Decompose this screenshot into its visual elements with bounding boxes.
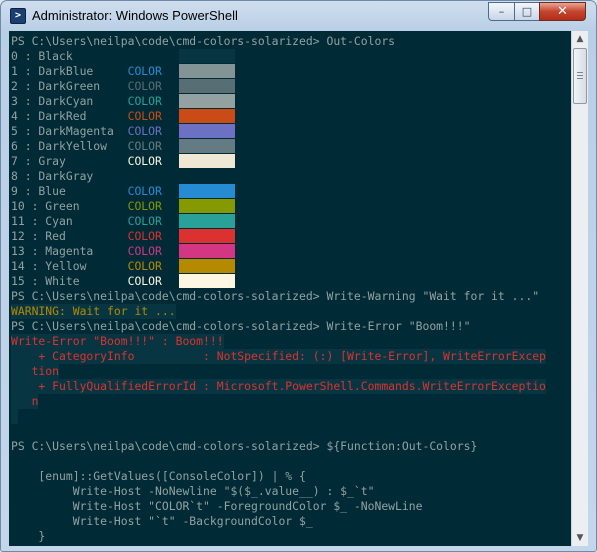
- console-line: 8 : DarkGray: [11, 169, 94, 183]
- console-line: Write-Host "`t" -BackgroundColor $_: [11, 514, 313, 528]
- console-line: PS C:\Users\neilpa\code\cmd-colors-solar…: [11, 544, 326, 546]
- console-line: 5 : DarkMagenta COLOR: [11, 124, 162, 138]
- color-swatch: [179, 94, 235, 108]
- color-swatch: [179, 109, 235, 123]
- color-swatch: [179, 214, 235, 228]
- console-line: Write-Host -NoNewline "$($_.value__) : $…: [11, 484, 375, 498]
- minimize-button[interactable]: –: [488, 2, 515, 21]
- color-word: COLOR: [127, 244, 162, 258]
- color-swatch: [179, 64, 235, 78]
- console-line: 10 : Green COLOR: [11, 199, 162, 213]
- color-swatch: [179, 169, 235, 183]
- color-swatch: [179, 274, 235, 288]
- console-line: 6 : DarkYellow COLOR: [11, 139, 162, 153]
- color-word: COLOR: [127, 274, 162, 288]
- powershell-window: > Administrator: Windows PowerShell – □ …: [0, 0, 597, 552]
- console-line: PS C:\Users\neilpa\code\cmd-colors-solar…: [11, 319, 471, 333]
- console-line: Write-Error "Boom!!!" : Boom!!!: [11, 334, 224, 349]
- color-swatch: [179, 199, 235, 213]
- console-line: [enum]::GetValues([ConsoleColor]) | % {: [11, 469, 306, 483]
- vertical-scrollbar[interactable]: ▲ ▼: [571, 31, 588, 546]
- console-line: 7 : Gray COLOR: [11, 154, 162, 168]
- console-line: 14 : Yellow COLOR: [11, 259, 162, 273]
- color-swatch: [179, 124, 235, 138]
- grip-line: [577, 78, 583, 79]
- color-word: COLOR: [127, 64, 162, 78]
- console-line: WARNING: Wait for it ...: [11, 304, 176, 319]
- console-line: + CategoryInfo : NotSpecified: (:) [Writ…: [11, 349, 546, 364]
- close-button[interactable]: ✕: [539, 2, 586, 21]
- console-line: 4 : DarkRed COLOR: [11, 109, 162, 123]
- color-swatch: [179, 184, 235, 198]
- color-word: COLOR: [127, 229, 162, 243]
- color-word: COLOR: [127, 109, 162, 123]
- console-line: Write-Host "COLOR`t" -ForegroundColor $_…: [11, 499, 423, 513]
- color-swatch: [179, 49, 235, 63]
- color-swatch: [179, 229, 235, 243]
- console-line: + FullyQualifiedErrorId : Microsoft.Powe…: [11, 379, 546, 394]
- scroll-up-arrow-icon[interactable]: ▲: [572, 31, 588, 47]
- maximize-button[interactable]: □: [514, 2, 540, 21]
- console-line: 1 : DarkBlue COLOR: [11, 64, 162, 78]
- grip-line: [577, 75, 583, 76]
- color-word: COLOR: [127, 139, 162, 153]
- console-line: n: [11, 394, 39, 409]
- console-line: 11 : Cyan COLOR: [11, 214, 162, 228]
- console-line: 2 : DarkGreen COLOR: [11, 79, 162, 93]
- window-title: Administrator: Windows PowerShell: [32, 8, 238, 23]
- console-line: 12 : Red COLOR: [11, 229, 162, 243]
- scroll-thumb[interactable]: [573, 48, 587, 104]
- console-line: tion: [11, 364, 60, 379]
- console-line: 3 : DarkCyan COLOR: [11, 94, 162, 108]
- color-swatch: [179, 154, 235, 168]
- console-line: }: [11, 529, 46, 543]
- color-word: COLOR: [127, 79, 162, 93]
- color-word: COLOR: [127, 94, 162, 108]
- console-output[interactable]: PS C:\Users\neilpa\code\cmd-colors-solar…: [9, 31, 571, 546]
- console-line: PS C:\Users\neilpa\code\cmd-colors-solar…: [11, 439, 478, 453]
- console-line: PS C:\Users\neilpa\code\cmd-colors-solar…: [11, 289, 540, 303]
- color-swatch: [179, 79, 235, 93]
- scroll-down-arrow-icon[interactable]: ▼: [572, 530, 588, 546]
- color-word: COLOR: [127, 214, 162, 228]
- color-swatch: [179, 244, 235, 258]
- console-line: PS C:\Users\neilpa\code\cmd-colors-solar…: [11, 34, 396, 48]
- console-line: [11, 409, 18, 424]
- color-swatch: [179, 139, 235, 153]
- console-line: 13 : Magenta COLOR: [11, 244, 162, 258]
- console-line: 0 : Black: [11, 49, 73, 63]
- title-bar[interactable]: > Administrator: Windows PowerShell – □ …: [1, 1, 597, 31]
- color-swatch: [179, 259, 235, 273]
- console-line: 15 : White COLOR: [11, 274, 162, 288]
- powershell-icon[interactable]: >: [10, 8, 26, 24]
- color-word: COLOR: [127, 259, 162, 273]
- color-word: COLOR: [127, 199, 162, 213]
- color-word: COLOR: [127, 124, 162, 138]
- color-word: COLOR: [127, 154, 162, 168]
- grip-line: [577, 72, 583, 73]
- color-word: COLOR: [127, 184, 162, 198]
- console-line: 9 : Blue COLOR: [11, 184, 162, 198]
